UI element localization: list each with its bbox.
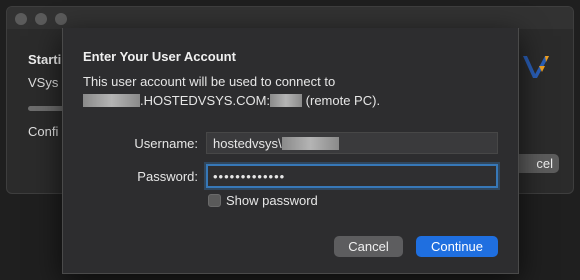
- background-status: Confi: [28, 124, 59, 139]
- dialog-title: Enter Your User Account: [83, 49, 236, 64]
- vsys-logo-icon: [523, 56, 549, 78]
- password-label: Password:: [137, 169, 198, 184]
- background-heading: Starti: [28, 52, 62, 67]
- dialog-host-line: .HOSTEDVSYS.COM: (remote PC).: [83, 93, 380, 108]
- dialog-description: This user account will be used to connec…: [83, 74, 336, 89]
- redacted-text: [83, 94, 140, 107]
- continue-button[interactable]: Continue: [416, 236, 498, 257]
- show-password-label[interactable]: Show password: [226, 193, 318, 208]
- username-value: hostedvsys\: [213, 135, 282, 151]
- redacted-text: [270, 94, 303, 107]
- username-field[interactable]: hostedvsys\: [206, 132, 498, 154]
- host-domain: .HOSTEDVSYS.COM:: [140, 93, 271, 108]
- cancel-button[interactable]: Cancel: [334, 236, 403, 257]
- username-label: Username:: [134, 136, 198, 151]
- user-account-dialog: Enter Your User Account This user accoun…: [62, 28, 519, 274]
- host-suffix: (remote PC).: [305, 93, 381, 108]
- zoom-window-button[interactable]: [55, 13, 67, 25]
- redacted-text: [281, 136, 339, 150]
- close-window-button[interactable]: [15, 13, 27, 25]
- password-field[interactable]: •••••••••••••: [204, 162, 500, 190]
- minimize-window-button[interactable]: [35, 13, 47, 25]
- background-subtext: VSys: [28, 75, 59, 90]
- show-password-checkbox[interactable]: [208, 194, 221, 207]
- title-bar: [7, 7, 573, 29]
- password-value: •••••••••••••: [213, 168, 286, 184]
